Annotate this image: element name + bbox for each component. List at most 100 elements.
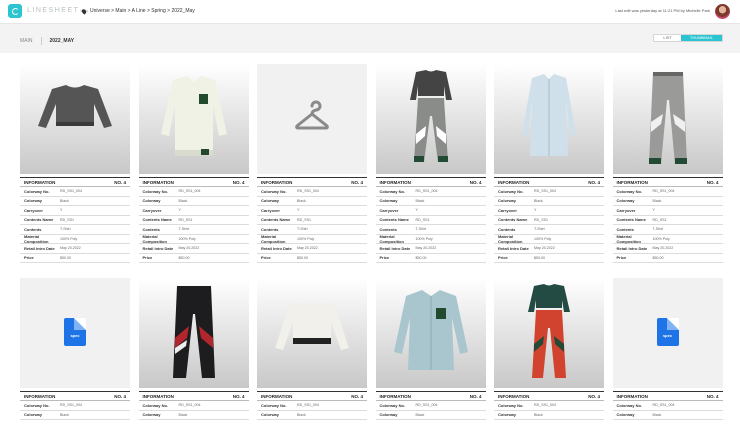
info-row: Price $50.00: [257, 254, 367, 263]
avatar[interactable]: [715, 4, 730, 19]
garment-image: [38, 85, 112, 128]
info-row: Colorway Black: [494, 197, 604, 206]
info-value: RD_SS1: [534, 217, 548, 222]
info-label: Contents: [379, 226, 397, 232]
info-value: RD_SS1: [297, 217, 311, 222]
info-value: RD_SS1_004: [652, 189, 675, 194]
divider: [40, 37, 42, 45]
info-row: Material Composition 100% Poly: [138, 233, 249, 244]
card-number: NO. 4: [232, 179, 245, 185]
info-title: INFORMATION: [379, 179, 411, 185]
thumbnail-view-button[interactable]: THUMBNAIL: [680, 35, 722, 41]
card-number: NO. 4: [351, 179, 363, 185]
info-label: Retail Intro Date: [379, 245, 411, 251]
sub-root-link[interactable]: MAIN: [20, 38, 33, 44]
breadcrumb[interactable]: Universe > Main > A Line > Spring > 2022…: [80, 7, 195, 15]
info-label: Colorway No.: [616, 188, 643, 194]
info-value: T-Shirt: [60, 227, 71, 232]
info-row: Carryover Y: [375, 206, 486, 216]
info-row: Retail Intro Date May 20,2022: [375, 244, 486, 254]
info-value: $50.00: [60, 255, 71, 260]
card-number: NO. 4: [588, 393, 600, 399]
info-label: Colorway No.: [261, 188, 287, 194]
info-value: $50.00: [415, 255, 427, 260]
info-label: Colorway: [379, 412, 398, 418]
info-value: May 20,2022: [60, 246, 81, 251]
info-value: Black: [415, 198, 425, 203]
garment-thumbnail[interactable]: [138, 64, 249, 174]
info-title: INFORMATION: [261, 393, 293, 399]
info-row: Price $50.00: [138, 254, 249, 263]
info-value: RD_SS1_004: [60, 189, 82, 194]
info-label: Colorway: [498, 198, 517, 204]
info-label: Retail Intro Date: [498, 245, 529, 251]
info-label: Colorway No.: [142, 188, 169, 194]
info-value: RD_SS1_004: [178, 403, 201, 408]
info-row: Colorway No. RD_SS1_004: [20, 401, 130, 411]
info-value: RD_SS1_004: [297, 189, 319, 194]
garment-thumbnail[interactable]: [612, 64, 723, 174]
info-value: RD_SS1_004: [297, 403, 319, 408]
app-brand: LINESHEETbeta: [27, 7, 88, 14]
info-label: Colorway: [24, 412, 43, 418]
info-label: Colorway: [616, 412, 635, 418]
info-value: $50.00: [534, 255, 545, 260]
info-label: Contents: [616, 226, 634, 232]
info-row: Colorway No. RD_SS1_004: [494, 401, 604, 411]
info-label: Retail Intro Date: [616, 245, 648, 251]
info-value: 100% Poly: [178, 236, 196, 241]
empty-garment-thumbnail[interactable]: [257, 64, 367, 174]
info-row: Colorway Black: [20, 411, 130, 420]
garment-thumbnail[interactable]: [138, 278, 249, 388]
info-label: Colorway No.: [24, 402, 50, 408]
garment-thumbnail[interactable]: [494, 64, 604, 174]
spec-file-thumbnail[interactable]: spec: [612, 278, 723, 388]
info-row: Carryover Y: [494, 206, 604, 216]
info-label: Material Composition: [142, 233, 167, 244]
garment-image: [172, 286, 215, 378]
garment-thumbnail[interactable]: [494, 278, 604, 388]
info-table: INFORMATION NO. 4 Colorway No. RD_SS1_004 Co…: [494, 177, 604, 263]
location-pin-icon: [80, 7, 88, 15]
spec-file-thumbnail[interactable]: spec: [20, 278, 130, 388]
info-value: $50.00: [652, 255, 664, 260]
info-value: RD_SS1_004: [415, 403, 438, 408]
info-row: Colorway Black: [20, 197, 130, 206]
garment-image: [409, 70, 452, 162]
info-value: 100% Poly: [60, 236, 78, 241]
info-row: Price $50.00: [612, 254, 723, 263]
top-bar: LINESHEETbeta Universe > Main > A Line >…: [0, 0, 740, 24]
info-row: Carryover Y: [257, 206, 367, 216]
info-label: Price: [261, 255, 271, 261]
app-logo-icon[interactable]: [8, 4, 22, 18]
card-number: NO. 4: [114, 393, 126, 399]
info-row: Contents Name RD_SS1: [494, 216, 604, 225]
info-label: Colorway No.: [24, 188, 50, 194]
info-table: INFORMATION NO. 4 Colorway No. RD_SS1_004 Co…: [20, 177, 130, 263]
info-header: INFORMATION NO. 4: [494, 391, 604, 401]
info-row: Colorway No. RD_SS1_004: [494, 187, 604, 197]
info-row: Colorway Black: [612, 411, 723, 420]
info-row: Carryover Y: [138, 206, 249, 216]
view-toggle: LIST THUMBNAIL: [653, 34, 723, 42]
info-title: INFORMATION: [616, 393, 648, 399]
info-value: May 20,2022: [178, 246, 200, 251]
info-value: Y: [297, 208, 300, 213]
list-view-button[interactable]: LIST: [654, 35, 680, 41]
card-number: NO. 4: [351, 393, 363, 399]
info-value: RD_SS1: [60, 217, 74, 222]
info-value: $50.00: [178, 255, 190, 260]
info-value: RD_SS1_004: [178, 189, 201, 194]
garment-thumbnail[interactable]: [375, 64, 486, 174]
info-row: Colorway Black: [375, 411, 486, 420]
garment-thumbnail[interactable]: [20, 64, 130, 174]
thumbnail-grid: INFORMATION NO. 4 Colorway No. RD_SS1_004 Co…: [10, 53, 732, 431]
info-table: INFORMATION NO. 4 Colorway No. RD_SS1_004 Co…: [257, 391, 367, 420]
info-row: Colorway Black: [138, 197, 249, 206]
spec-file-icon: spec: [656, 318, 679, 346]
info-label: Colorway: [261, 412, 280, 418]
garment-thumbnail[interactable]: [375, 278, 486, 388]
garment-thumbnail[interactable]: [257, 278, 367, 388]
info-header: INFORMATION NO. 4: [20, 177, 130, 187]
info-label: Price: [616, 255, 627, 261]
